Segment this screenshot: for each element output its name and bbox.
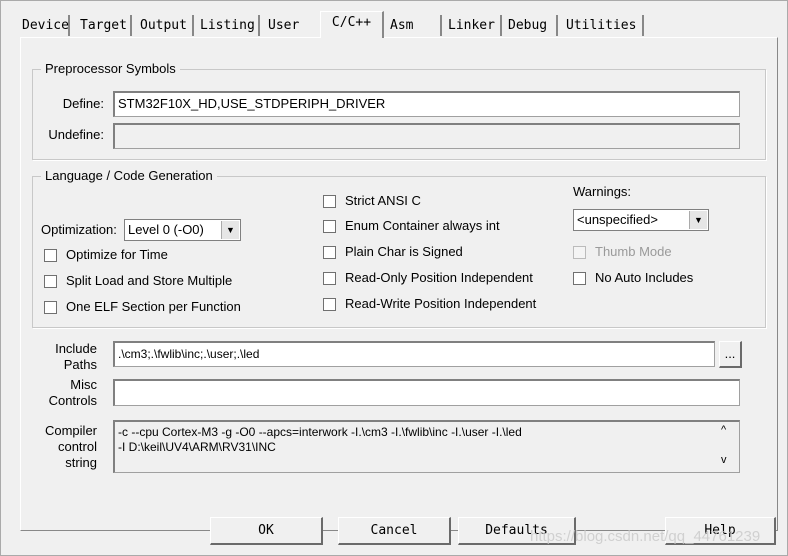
tab-debug[interactable]: Debug	[504, 15, 558, 36]
tab-device[interactable]: Device	[18, 15, 70, 36]
tab-asm[interactable]: Asm	[386, 15, 442, 36]
tab-user[interactable]: User	[264, 15, 320, 36]
checkbox-label: Plain Char is Signed	[345, 244, 463, 259]
enum-container-checkbox[interactable]	[323, 220, 336, 233]
checkbox-label: Optimize for Time	[66, 247, 168, 262]
browse-include-button[interactable]: ...	[719, 341, 742, 368]
compiler-string-text[interactable]: -c --cpu Cortex-M3 -g -O0 --apcs=interwo…	[113, 420, 740, 473]
checkbox-label: Thumb Mode	[595, 244, 672, 259]
include-paths-input[interactable]: .\cm3;.\fwlib\inc;.\user;.\led	[113, 341, 715, 367]
optimization-label: Optimization:	[41, 222, 117, 237]
warnings-select[interactable]: <unspecified> ▼	[573, 209, 709, 231]
rw-position-independent-checkbox[interactable]	[323, 298, 336, 311]
thumb-mode-checkbox[interactable]	[573, 246, 586, 259]
checkbox-label: Enum Container always int	[345, 218, 500, 233]
watermark: https://blog.csdn.net/qq_44761239	[530, 528, 761, 545]
optimize-time-checkbox[interactable]	[44, 249, 57, 262]
undefine-label: Undefine:	[48, 127, 104, 142]
include-paths-label: Include Paths	[55, 341, 97, 372]
checkbox-label: No Auto Includes	[595, 270, 694, 285]
checkbox-label: One ELF Section per Function	[66, 299, 241, 314]
checkbox-label: Strict ANSI C	[345, 193, 421, 208]
optimization-select[interactable]: Level 0 (-O0) ▼	[124, 219, 241, 241]
define-input[interactable]: STM32F10X_HD,USE_STDPERIPH_DRIVER	[113, 91, 740, 117]
group-title: Preprocessor Symbols	[41, 61, 180, 76]
chevron-down-icon: ▼	[221, 221, 239, 239]
tab-c-cpp[interactable]: C/C++	[320, 11, 384, 38]
undefine-input[interactable]	[113, 123, 740, 149]
tab-target[interactable]: Target	[76, 15, 132, 36]
group-title: Language / Code Generation	[41, 168, 217, 183]
warnings-value: <unspecified>	[577, 212, 658, 227]
warnings-label: Warnings:	[573, 184, 632, 199]
no-auto-includes-checkbox[interactable]	[573, 272, 586, 285]
plain-char-signed-checkbox[interactable]	[323, 246, 336, 259]
compiler-string-label: Compiler control string	[44, 423, 97, 470]
tab-utilities[interactable]: Utilities	[562, 15, 644, 36]
tab-linker[interactable]: Linker	[444, 15, 502, 36]
checkbox-label: Read-Only Position Independent	[345, 270, 533, 285]
cancel-button[interactable]: Cancel	[338, 517, 451, 545]
tab-output[interactable]: Output	[136, 15, 194, 36]
one-elf-section-checkbox[interactable]	[44, 301, 57, 314]
optimization-value: Level 0 (-O0)	[128, 222, 204, 237]
scroll-up-icon[interactable]: ^	[721, 424, 726, 436]
checkbox-label: Split Load and Store Multiple	[66, 273, 233, 288]
define-label: Define:	[62, 96, 104, 111]
ok-button[interactable]: OK	[210, 517, 323, 545]
ro-position-independent-checkbox[interactable]	[323, 272, 336, 285]
chevron-down-icon: ▼	[689, 211, 707, 229]
misc-controls-input[interactable]	[113, 379, 740, 406]
misc-controls-label: Misc Controls	[48, 377, 97, 408]
tab-listing[interactable]: Listing	[196, 15, 260, 36]
scroll-down-icon[interactable]: v	[721, 454, 727, 466]
split-load-store-checkbox[interactable]	[44, 275, 57, 288]
checkbox-label: Read-Write Position Independent	[345, 296, 537, 311]
strict-ansi-checkbox[interactable]	[323, 195, 336, 208]
